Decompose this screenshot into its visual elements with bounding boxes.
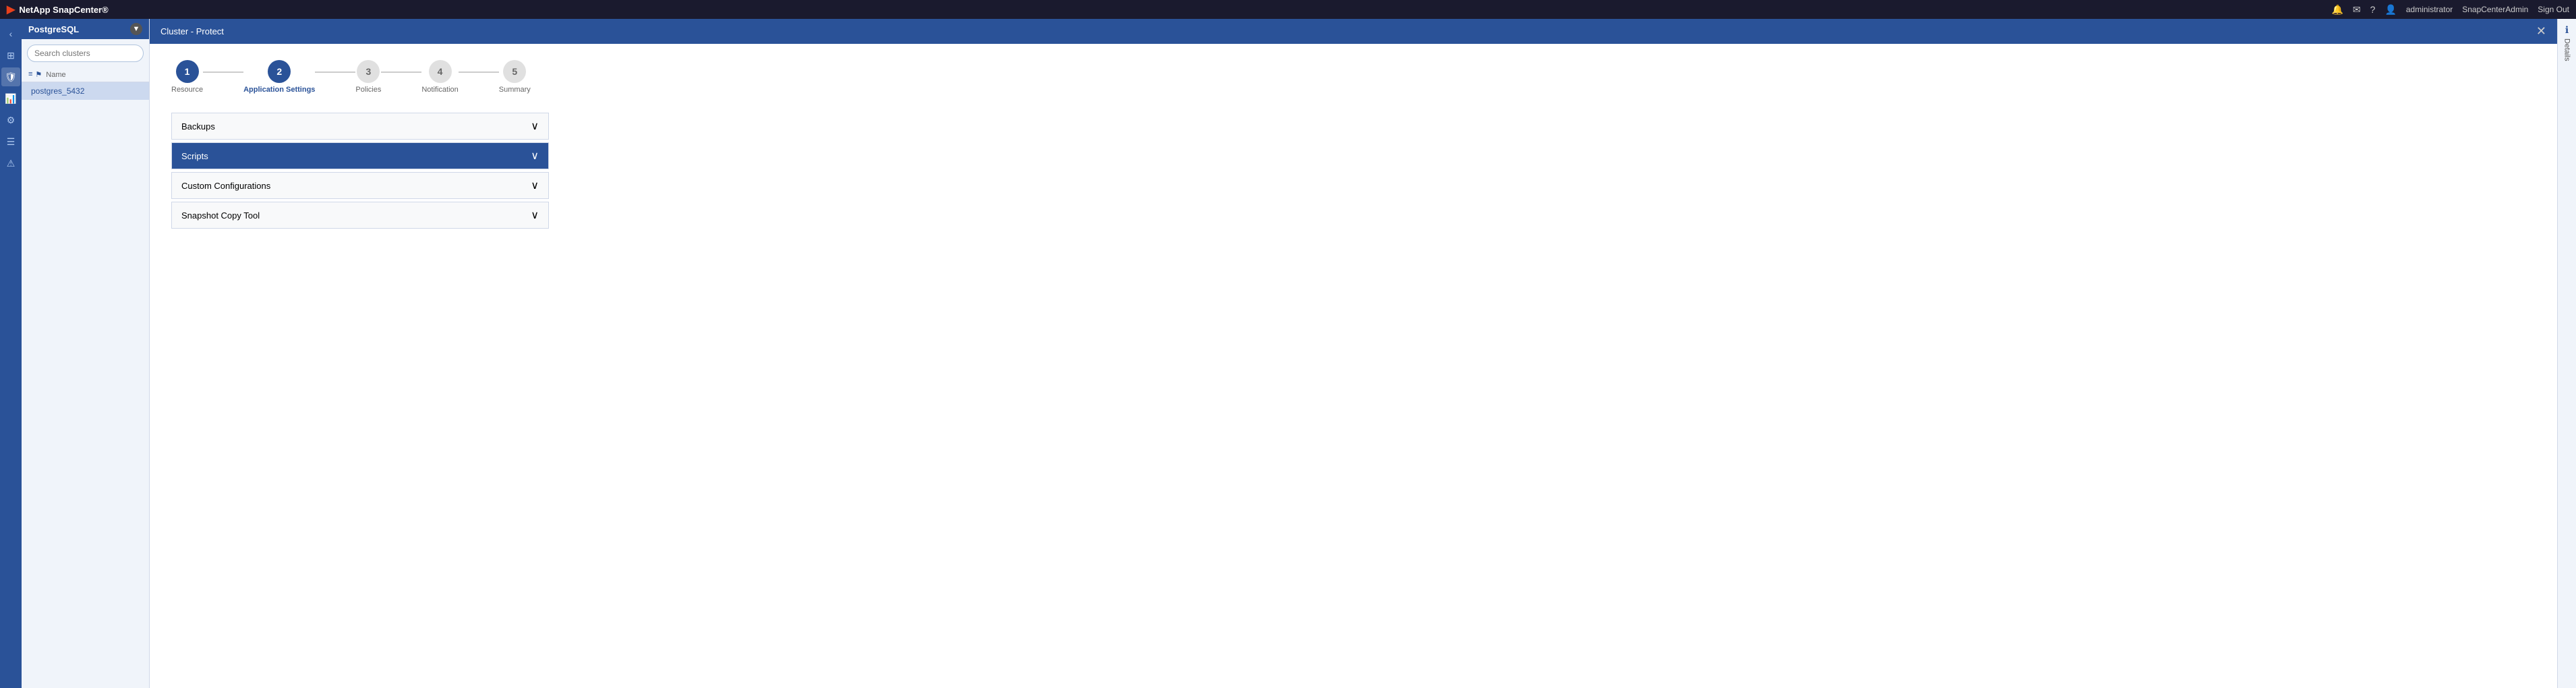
step-4-circle[interactable]: 4: [429, 60, 452, 83]
list-icon: ≡: [28, 70, 32, 79]
accordion-scripts-label: Scripts: [181, 151, 208, 161]
icon-rail: ‹ ⊞ 🛡 📊 ⚙ ☰ ⚠: [0, 19, 22, 688]
user-icon: 👤: [2384, 4, 2396, 16]
step-3-group: 3 Policies: [355, 60, 381, 94]
help-icon[interactable]: ?: [2370, 4, 2376, 15]
content-header: Cluster - Protect ✕: [150, 19, 2557, 44]
netapp-logo-icon: ▶: [7, 3, 15, 16]
sidebar: PostgreSQL ▼ ≡ ⚑ Name postgres_5432: [22, 19, 150, 688]
step-connector-1: [203, 71, 243, 73]
main-layout: ‹ ⊞ 🛡 📊 ⚙ ☰ ⚠ PostgreSQL ▼ ≡ ⚑ Name post…: [0, 19, 2576, 688]
rail-chart-icon[interactable]: 📊: [1, 89, 20, 108]
sidebar-header: PostgreSQL ▼: [22, 19, 149, 39]
signout-link[interactable]: Sign Out: [2538, 5, 2569, 14]
top-bar-left: ▶ NetApp SnapCenter®: [7, 3, 109, 16]
step-5-group: 5 Summary: [499, 60, 531, 94]
step-connector-2: [315, 71, 355, 73]
search-wrap: [22, 39, 149, 67]
accordion-scripts-header[interactable]: Scripts ∨: [172, 143, 548, 169]
notifications-icon[interactable]: 🔔: [2331, 4, 2343, 16]
step-4-label: Notification: [421, 86, 458, 94]
accordion-snapshot-copy-chevron: ∨: [531, 208, 539, 222]
accordion-backups-label: Backups: [181, 121, 215, 132]
accordion-custom-configs: Custom Configurations ∨: [171, 172, 549, 199]
sidebar-table-header: ≡ ⚑ Name: [22, 67, 149, 82]
top-bar-right: 🔔 ✉ ? 👤 administrator SnapCenterAdmin Si…: [2331, 4, 2569, 16]
rail-nodes-icon[interactable]: ⚙: [1, 111, 20, 130]
accordion-custom-configs-label: Custom Configurations: [181, 181, 270, 191]
sidebar-db-badge[interactable]: ▼: [130, 23, 142, 35]
wizard-steps: 1 Resource 2 Application Settings 3: [171, 60, 2536, 94]
accordion-container: Backups ∨ Scripts ∨ Custom Configuration…: [171, 113, 549, 229]
search-input[interactable]: [27, 45, 144, 62]
step-5-circle[interactable]: 5: [503, 60, 526, 83]
step-2-group: 2 Application Settings: [243, 60, 315, 94]
step-3-label: Policies: [355, 86, 381, 94]
username: administrator: [2406, 5, 2453, 14]
close-button[interactable]: ✕: [2536, 24, 2546, 38]
mail-icon[interactable]: ✉: [2353, 4, 2361, 16]
sidebar-col-name: Name: [46, 71, 65, 79]
step-3-circle[interactable]: 3: [357, 60, 380, 83]
step-5-label: Summary: [499, 86, 531, 94]
rail-alert-icon[interactable]: ⚠: [1, 154, 20, 173]
sidebar-item-postgres[interactable]: postgres_5432: [22, 82, 149, 100]
accordion-snapshot-copy-label: Snapshot Copy Tool: [181, 210, 260, 221]
step-connector-3: [381, 71, 421, 73]
rail-list-icon[interactable]: ☰: [1, 132, 20, 151]
rail-collapse-icon[interactable]: ‹: [1, 24, 20, 43]
details-panel: ℹ Details: [2557, 19, 2576, 688]
accordion-snapshot-copy-header[interactable]: Snapshot Copy Tool ∨: [172, 202, 548, 228]
accordion-custom-configs-chevron: ∨: [531, 179, 539, 192]
flag-icon: ⚑: [35, 70, 42, 79]
step-1-circle[interactable]: 1: [176, 60, 199, 83]
accordion-backups-chevron: ∨: [531, 119, 539, 133]
app-logo: ▶ NetApp SnapCenter®: [7, 3, 109, 16]
instance-name[interactable]: SnapCenterAdmin: [2462, 5, 2528, 14]
accordion-scripts-chevron: ∨: [531, 149, 539, 163]
rail-apps-icon[interactable]: ⊞: [1, 46, 20, 65]
accordion-backups-header[interactable]: Backups ∨: [172, 113, 548, 139]
content-body: 1 Resource 2 Application Settings 3: [150, 44, 2557, 688]
step-4-group: 4 Notification: [421, 60, 458, 94]
details-icon: ℹ: [2565, 24, 2569, 36]
step-1-group: 1 Resource: [171, 60, 203, 94]
details-label: Details: [2563, 38, 2571, 61]
rail-shield-icon[interactable]: 🛡: [1, 67, 20, 86]
step-connector-4: [459, 71, 499, 73]
content-area: Cluster - Protect ✕ 1 Resource 2: [150, 19, 2557, 688]
step-2-label: Application Settings: [243, 86, 315, 94]
step-1-label: Resource: [171, 86, 203, 94]
breadcrumb: Cluster - Protect: [160, 26, 224, 36]
accordion-custom-configs-header[interactable]: Custom Configurations ∨: [172, 173, 548, 198]
accordion-snapshot-copy: Snapshot Copy Tool ∨: [171, 202, 549, 229]
top-bar: ▶ NetApp SnapCenter® 🔔 ✉ ? 👤 administrat…: [0, 0, 2576, 19]
sidebar-col-icons: ≡ ⚑: [28, 70, 42, 79]
accordion-backups: Backups ∨: [171, 113, 549, 140]
brand-name: NetApp SnapCenter®: [19, 5, 108, 15]
sidebar-db-type: PostgreSQL: [28, 24, 79, 34]
step-2-circle[interactable]: 2: [268, 60, 291, 83]
accordion-scripts: Scripts ∨: [171, 142, 549, 169]
